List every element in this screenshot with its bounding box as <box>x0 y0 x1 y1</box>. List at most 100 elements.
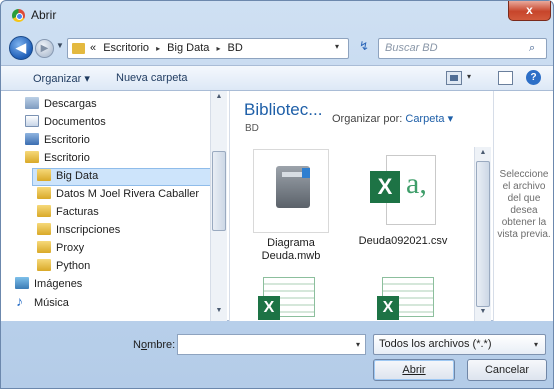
forward-button[interactable]: ▶ <box>35 39 54 58</box>
file-name-input[interactable] <box>177 334 366 355</box>
preview-placeholder-text: Seleccione el archivo del que desea obte… <box>497 169 551 240</box>
arrange-by-dropdown[interactable]: Carpeta ▾ <box>405 113 453 125</box>
breadcrumb-separator-icon[interactable]: ▸ <box>216 44 220 53</box>
back-button[interactable]: ◀ <box>9 36 33 60</box>
library-subtitle: BD <box>245 123 259 134</box>
file-name-dropdown-icon[interactable]: ▾ <box>356 340 360 349</box>
file-list-pane: Bibliotec... BD Organizar por: Carpeta ▾… <box>229 91 491 321</box>
arrange-by-label: Organizar por: <box>332 113 403 125</box>
sidebar-item-proxy[interactable]: Proxy <box>37 241 84 259</box>
sidebar-item-label: Facturas <box>56 206 99 218</box>
sidebar-item-label: Escritorio <box>44 134 90 146</box>
file-item[interactable]: Diagrama Deuda.mwb <box>248 149 334 263</box>
scroll-down-icon[interactable]: ▼ <box>211 307 227 319</box>
folder-icon <box>72 43 85 54</box>
arrange-by: Organizar por: Carpeta ▾ <box>332 112 453 125</box>
sidebar-item-label: Escritorio <box>44 152 90 164</box>
search-placeholder: Buscar BD <box>385 42 438 54</box>
excel-csv-icon: X a, <box>368 155 438 231</box>
preview-pane-icon[interactable] <box>498 71 513 85</box>
preview-pane: Seleccione el archivo del que desea obte… <box>493 91 553 321</box>
sidebar-item-label: Big Data <box>56 170 99 182</box>
mwb-file-icon <box>253 149 329 233</box>
help-icon[interactable]: ? <box>526 70 541 85</box>
breadcrumb-separator-icon[interactable]: ▸ <box>156 44 160 53</box>
sidebar-item-musica[interactable]: Música <box>15 293 69 314</box>
file-type-filter[interactable]: Todos los archivos (*.*) ▾ <box>373 334 546 355</box>
address-bar[interactable]: « Escritorio ▸ Big Data ▸ BD ▾ <box>67 38 349 59</box>
images-icon <box>15 277 29 289</box>
chrome-icon <box>12 9 25 22</box>
documents-icon <box>25 115 39 127</box>
folder-icon <box>37 205 51 217</box>
folder-icon <box>25 151 39 163</box>
breadcrumb-item-bd[interactable]: BD <box>228 42 243 54</box>
scroll-up-icon[interactable]: ▲ <box>475 149 491 161</box>
folder-icon <box>37 259 51 271</box>
dialog-footer: Nombre: ▾ Todos los archivos (*.*) ▾ Abr… <box>1 321 553 388</box>
scroll-down-icon[interactable]: ▼ <box>475 308 491 320</box>
address-dropdown-icon[interactable]: ▾ <box>335 42 339 51</box>
sidebar-item-big-data[interactable]: Big Data <box>32 168 211 186</box>
close-button[interactable]: x <box>508 1 551 21</box>
excel-file-icon[interactable]: X <box>377 277 434 320</box>
search-input[interactable]: Buscar BD ⌕ <box>378 38 547 59</box>
breadcrumb: « Escritorio ▸ Big Data ▸ BD <box>90 42 247 54</box>
sidebar-item-escritorio-library[interactable]: Escritorio <box>25 133 90 151</box>
sidebar-item-descargas[interactable]: Descargas <box>25 97 97 115</box>
command-bar: Organizar ▾ Nueva carpeta ▾ ? <box>1 65 553 91</box>
sidebar-item-label: Imágenes <box>34 278 83 290</box>
breadcrumb-item-escritorio[interactable]: Escritorio <box>103 42 149 54</box>
folder-icon <box>37 169 51 181</box>
file-name-label: Nombre: <box>133 339 176 351</box>
title-bar: Abrir x <box>1 1 553 29</box>
file-name-line: Diagrama <box>267 237 315 249</box>
sidebar-item-documentos[interactable]: Documentos <box>25 115 106 133</box>
new-folder-button[interactable]: Nueva carpeta <box>116 72 188 84</box>
sidebar-item-label: Música <box>34 297 69 309</box>
breadcrumb-overflow[interactable]: « <box>90 42 96 54</box>
desktop-icon <box>25 133 39 145</box>
scroll-up-icon[interactable]: ▲ <box>211 93 227 105</box>
folder-icon <box>37 187 51 199</box>
sidebar-item-escritorio[interactable]: Escritorio <box>25 151 90 169</box>
download-icon <box>25 97 39 109</box>
sidebar-item-datos[interactable]: Datos M Joel Rivera Caballer <box>37 187 199 205</box>
cancel-button[interactable]: Cancelar <box>467 359 547 381</box>
file-item[interactable]: X a, Deuda092021.csv <box>347 149 459 248</box>
scrollbar-thumb[interactable] <box>476 161 490 307</box>
breadcrumb-item-big-data[interactable]: Big Data <box>167 42 209 54</box>
sidebar-item-label: Descargas <box>44 98 97 110</box>
open-file-dialog: Abrir x ◀ ▶ ▼ « Escritorio ▸ Big Data ▸ … <box>0 0 554 389</box>
excel-file-icon[interactable]: X <box>258 277 315 320</box>
recent-locations-dropdown[interactable]: ▼ <box>56 41 64 50</box>
folder-icon <box>37 241 51 253</box>
chevron-down-icon: ▾ <box>534 340 539 349</box>
sidebar-item-facturas[interactable]: Facturas <box>37 205 99 223</box>
file-name-line: Deuda092021.csv <box>358 235 448 247</box>
music-icon <box>15 293 29 309</box>
workbench-icon <box>276 166 310 208</box>
file-type-filter-value: Todos los archivos (*.*) <box>379 338 492 350</box>
library-title: Bibliotec... <box>244 100 323 119</box>
sidebar-item-imagenes[interactable]: Imágenes <box>15 277 82 295</box>
sidebar-item-inscripciones[interactable]: Inscripciones <box>37 223 120 241</box>
view-options-dropdown[interactable]: ▾ <box>467 72 471 81</box>
open-button[interactable]: Abrir <box>373 359 455 381</box>
sidebar-item-label: Documentos <box>44 116 106 128</box>
search-icon[interactable]: ⌕ <box>529 42 535 55</box>
organize-menu[interactable]: Organizar ▾ <box>33 72 90 85</box>
navigation-pane-scrollbar[interactable]: ▲ ▼ <box>210 91 227 321</box>
window-title: Abrir <box>31 8 57 22</box>
navigation-bar: ◀ ▶ ▼ « Escritorio ▸ Big Data ▸ BD ▾ ↯ B… <box>1 35 553 61</box>
sidebar-item-label: Inscripciones <box>56 224 121 236</box>
refresh-button[interactable]: ↯ <box>353 39 375 57</box>
change-view-icon[interactable] <box>446 71 462 85</box>
scrollbar-thumb[interactable] <box>212 151 226 231</box>
content-area: Descargas Documentos Escritorio Escritor… <box>1 91 553 321</box>
folder-icon <box>37 223 51 235</box>
navigation-pane: Descargas Documentos Escritorio Escritor… <box>1 91 227 321</box>
sidebar-item-python[interactable]: Python <box>37 259 90 277</box>
file-list-scrollbar[interactable]: ▲ ▼ <box>474 147 491 321</box>
file-name-line: Deuda.mwb <box>261 250 321 262</box>
